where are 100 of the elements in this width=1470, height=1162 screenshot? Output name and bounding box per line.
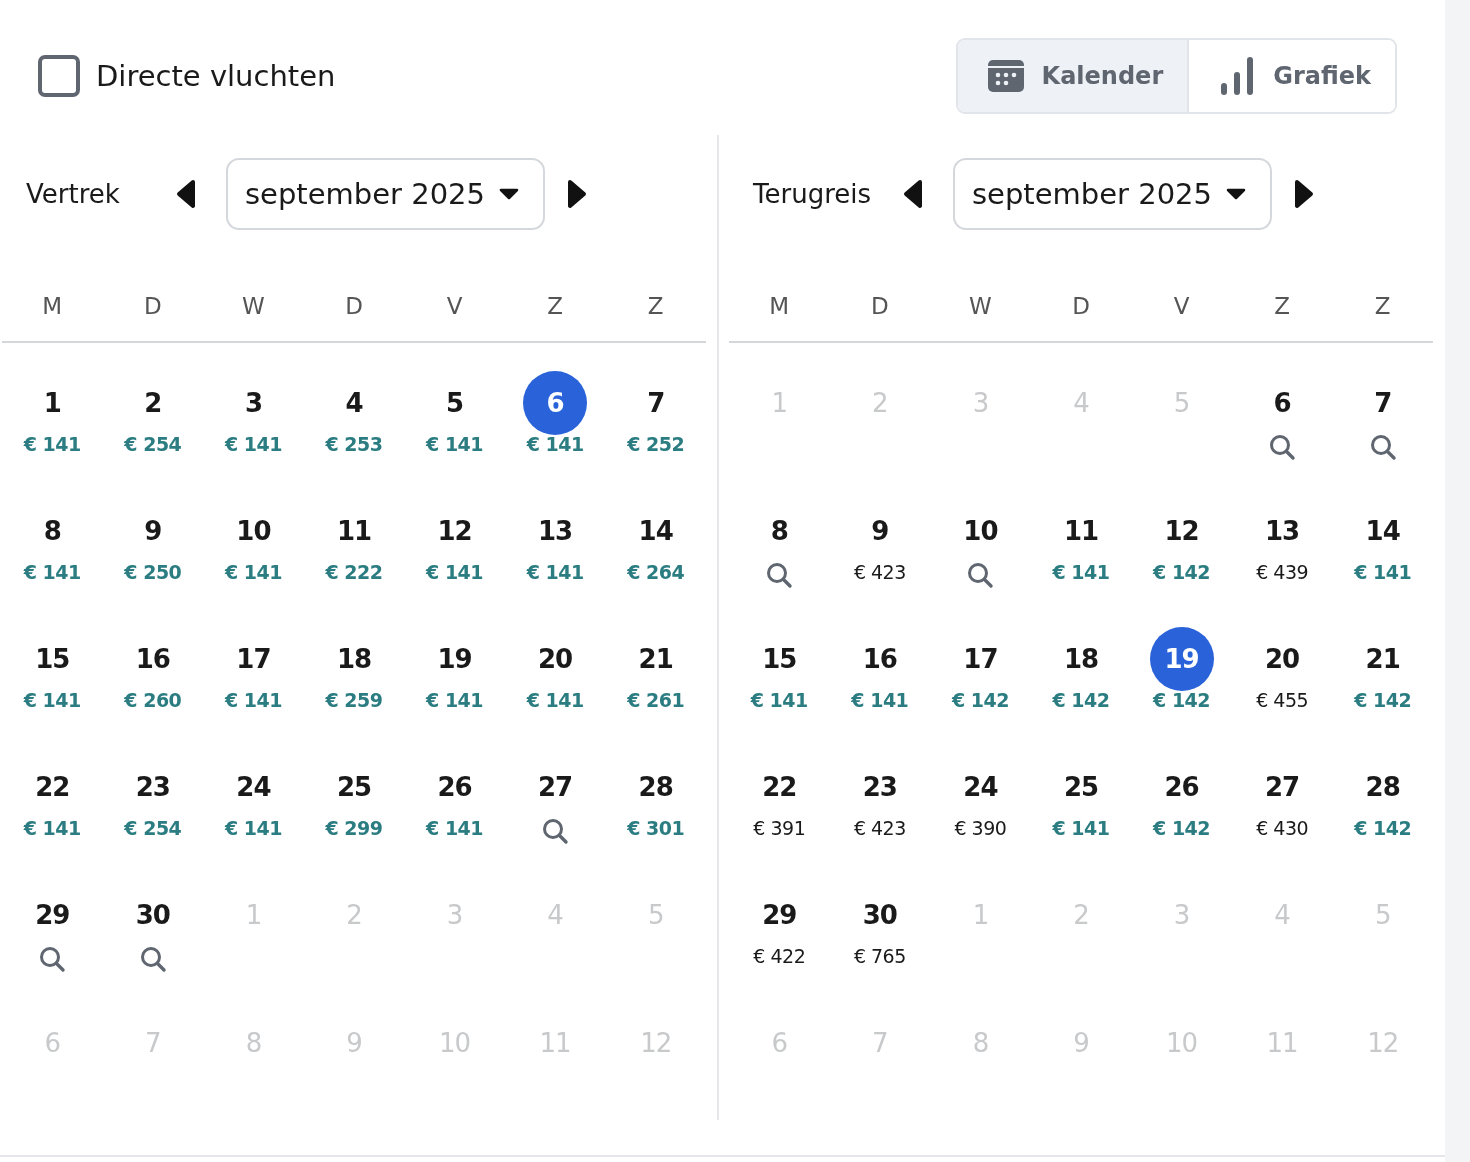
previous-month-button[interactable] bbox=[903, 179, 923, 209]
month-dropdown[interactable]: september 2025 bbox=[226, 158, 545, 230]
day-number[interactable]: 4 bbox=[322, 371, 386, 435]
day-number[interactable]: 1 bbox=[20, 371, 85, 435]
day-number[interactable]: 15 bbox=[747, 627, 812, 691]
weekday-label: D bbox=[1072, 293, 1090, 321]
day-price: € 142 bbox=[1153, 689, 1211, 711]
day-price: € 141 bbox=[1354, 561, 1412, 583]
day-number[interactable]: 26 bbox=[1149, 755, 1214, 819]
day-number[interactable]: 23 bbox=[120, 755, 185, 819]
day-price: € 390 bbox=[954, 817, 1007, 839]
day-price: € 142 bbox=[951, 689, 1009, 711]
day-price: € 141 bbox=[23, 433, 81, 455]
day-price: € 254 bbox=[124, 817, 182, 839]
calendar-label: Vertrek bbox=[26, 179, 121, 209]
day-number[interactable]: 13 bbox=[1250, 499, 1315, 563]
day-number[interactable]: 25 bbox=[322, 755, 386, 819]
day-number[interactable]: 29 bbox=[747, 883, 812, 947]
day-number[interactable]: 27 bbox=[523, 755, 588, 819]
weekday-label: V bbox=[446, 293, 463, 321]
day-number[interactable]: 24 bbox=[221, 755, 286, 819]
day-price: € 301 bbox=[627, 817, 685, 839]
day-number[interactable]: 9 bbox=[120, 499, 185, 563]
day-number[interactable]: 7 bbox=[623, 371, 688, 435]
day-number[interactable]: 9 bbox=[847, 499, 912, 563]
day-price: € 765 bbox=[853, 945, 906, 967]
day-number[interactable]: 14 bbox=[623, 499, 688, 563]
day-number[interactable]: 10 bbox=[221, 499, 286, 563]
search-icon[interactable] bbox=[38, 945, 67, 973]
day-number[interactable]: 19 bbox=[422, 627, 487, 691]
view-tab[interactable]: Grafiek bbox=[1187, 39, 1395, 112]
day-number[interactable]: 20 bbox=[523, 627, 588, 691]
day-number[interactable]: 23 bbox=[847, 755, 912, 819]
day-number[interactable]: 19 bbox=[1149, 627, 1214, 691]
day-number[interactable]: 14 bbox=[1350, 499, 1415, 563]
day-number[interactable]: 27 bbox=[1250, 755, 1315, 819]
view-tab[interactable]: Kalender bbox=[957, 39, 1188, 112]
day-number[interactable]: 16 bbox=[120, 627, 185, 691]
day-number[interactable]: 11 bbox=[322, 499, 386, 563]
day-number[interactable]: 3 bbox=[221, 371, 286, 435]
day-price: € 141 bbox=[426, 433, 484, 455]
day-number[interactable]: 6 bbox=[523, 371, 588, 435]
day-price: € 141 bbox=[526, 689, 584, 711]
previous-month-button[interactable] bbox=[176, 179, 196, 209]
day-number[interactable]: 18 bbox=[1049, 627, 1113, 691]
day-price: € 253 bbox=[325, 433, 383, 455]
day-number[interactable]: 28 bbox=[1350, 755, 1415, 819]
day-price: € 141 bbox=[851, 689, 909, 711]
day-number[interactable]: 29 bbox=[20, 883, 85, 947]
day-price: € 261 bbox=[627, 689, 685, 711]
day-number[interactable]: 21 bbox=[623, 627, 688, 691]
day-number[interactable]: 6 bbox=[1250, 371, 1315, 435]
caret-icon bbox=[1226, 188, 1246, 200]
weekday-label: D bbox=[144, 293, 162, 321]
day-number[interactable]: 12 bbox=[1149, 499, 1214, 563]
day-price: € 142 bbox=[1153, 817, 1211, 839]
next-month-button[interactable] bbox=[1294, 179, 1314, 209]
day-number[interactable]: 12 bbox=[422, 499, 487, 563]
day-number[interactable]: 25 bbox=[1049, 755, 1113, 819]
day-number[interactable]: 21 bbox=[1350, 627, 1415, 691]
day-price: € 142 bbox=[1052, 689, 1110, 711]
day-number[interactable]: 11 bbox=[1049, 499, 1113, 563]
search-icon[interactable] bbox=[138, 945, 167, 973]
day-number[interactable]: 2 bbox=[120, 371, 185, 435]
checkbox-label[interactable]: Directe vluchten bbox=[96, 58, 336, 93]
checkbox[interactable] bbox=[38, 54, 80, 97]
day-number[interactable]: 22 bbox=[747, 755, 812, 819]
weekday-label: W bbox=[242, 293, 265, 321]
next-month-button[interactable] bbox=[567, 179, 587, 209]
search-icon[interactable] bbox=[765, 561, 794, 589]
day-number[interactable]: 20 bbox=[1250, 627, 1315, 691]
day-price: € 142 bbox=[1153, 561, 1211, 583]
day-number[interactable]: 28 bbox=[623, 755, 688, 819]
day-number[interactable]: 26 bbox=[422, 755, 487, 819]
search-icon[interactable] bbox=[1368, 433, 1397, 461]
search-icon[interactable] bbox=[541, 817, 570, 845]
day-price: € 422 bbox=[753, 945, 806, 967]
day-number[interactable]: 8 bbox=[747, 499, 812, 563]
search-icon[interactable] bbox=[1268, 433, 1297, 461]
day-number[interactable]: 15 bbox=[20, 627, 85, 691]
day-number[interactable]: 17 bbox=[948, 627, 1013, 691]
day-number[interactable]: 7 bbox=[1350, 371, 1415, 435]
day-price: € 254 bbox=[124, 433, 182, 455]
day-number[interactable]: 22 bbox=[20, 755, 85, 819]
day-number[interactable]: 8 bbox=[20, 499, 85, 563]
day-number[interactable]: 16 bbox=[847, 627, 912, 691]
day-number[interactable]: 17 bbox=[221, 627, 286, 691]
day-number[interactable]: 24 bbox=[948, 755, 1013, 819]
search-icon[interactable] bbox=[966, 561, 995, 589]
day-price: € 142 bbox=[1354, 689, 1412, 711]
weekday-label: D bbox=[871, 293, 889, 321]
day-number[interactable]: 18 bbox=[322, 627, 386, 691]
day-number[interactable]: 13 bbox=[523, 499, 588, 563]
day-number[interactable]: 30 bbox=[120, 883, 185, 947]
weekday-label: W bbox=[969, 293, 992, 321]
day-number[interactable]: 5 bbox=[422, 371, 487, 435]
weekday-label: M bbox=[42, 293, 63, 321]
month-dropdown[interactable]: september 2025 bbox=[953, 158, 1272, 230]
day-number[interactable]: 30 bbox=[847, 883, 912, 947]
day-number[interactable]: 10 bbox=[948, 499, 1013, 563]
